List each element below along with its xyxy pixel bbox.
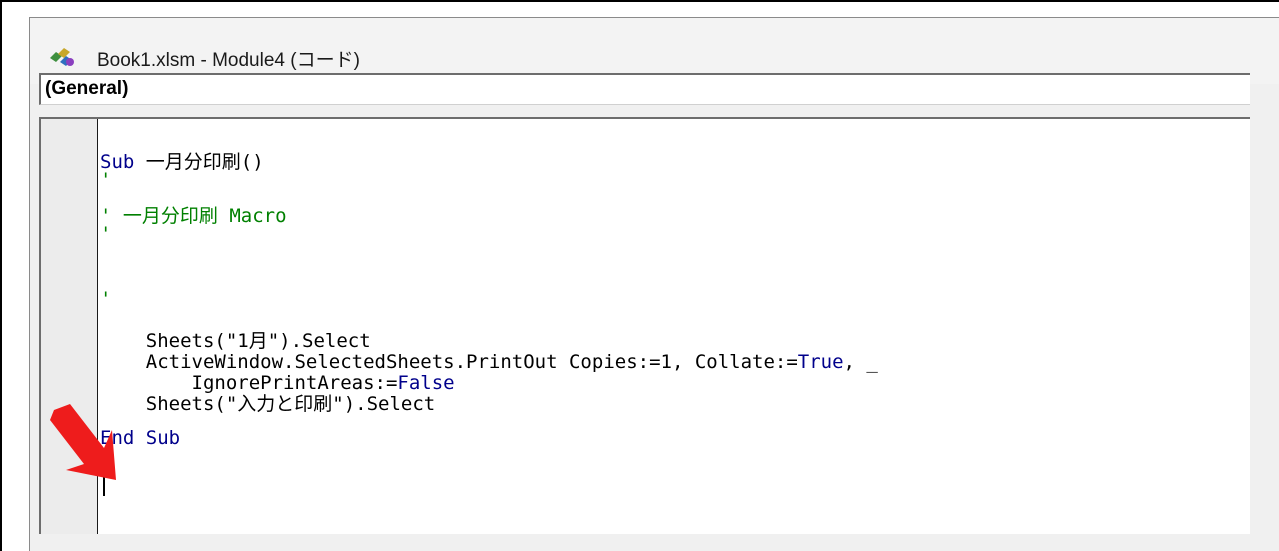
code-line-6: Sheets("1月").Select bbox=[100, 330, 371, 352]
code-text: IgnorePrintAreas:= bbox=[100, 372, 398, 394]
keyword: False bbox=[397, 372, 455, 394]
code-line-9: Sheets("入力と印刷").Select bbox=[100, 393, 436, 415]
code-line-4: ' bbox=[100, 223, 112, 245]
keyword: True bbox=[797, 351, 844, 373]
procedure-dropdown[interactable]: (General) bbox=[39, 73, 1250, 105]
code-line-8: IgnorePrintAreas:=False bbox=[100, 373, 455, 394]
code-line-7: ActiveWindow.SelectedSheets.PrintOut Cop… bbox=[100, 352, 878, 373]
code-text: , _ bbox=[843, 351, 878, 373]
code-line-2: ' bbox=[100, 169, 112, 191]
code-editor[interactable]: Sub 一月分印刷() ' ' 一月分印刷 Macro ' ' Sheets("… bbox=[39, 117, 1250, 534]
window-title: Book1.xlsm - Module4 (コード) bbox=[97, 50, 360, 71]
vba-module-icon bbox=[50, 48, 74, 66]
code-text-area[interactable]: Sub 一月分印刷() ' ' 一月分印刷 Macro ' ' Sheets("… bbox=[100, 119, 1250, 534]
code-text: ActiveWindow.SelectedSheets.PrintOut Cop… bbox=[100, 351, 798, 373]
code-line-1: Sub 一月分印刷() bbox=[100, 152, 264, 173]
procedure-dropdown-value: (General) bbox=[45, 78, 129, 99]
code-line-5: ' bbox=[100, 288, 112, 310]
code-text: 一月分印刷() bbox=[134, 151, 264, 173]
code-line-3: ' 一月分印刷 Macro bbox=[100, 205, 287, 227]
red-arrow-icon bbox=[50, 404, 116, 480]
